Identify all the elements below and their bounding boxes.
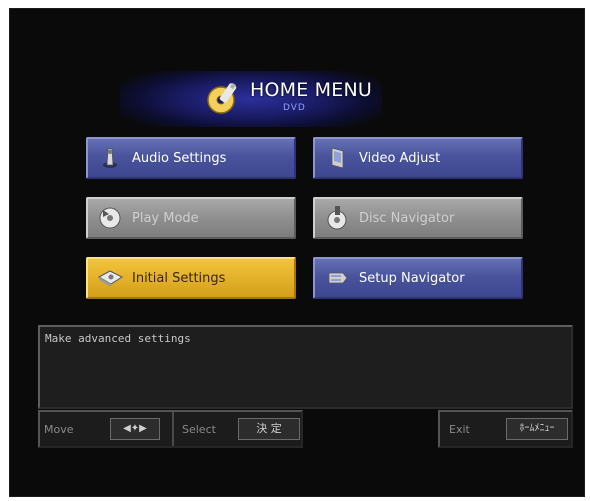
initial-settings-label: Initial Settings: [132, 270, 226, 286]
menu-screen: HOME MENU DVD Audio Settings Video Adjus…: [9, 8, 585, 497]
exit-hint-bar: Exit ﾎｰﾑﾒﾆｭｰ: [438, 410, 573, 448]
video-adjust-label: Video Adjust: [359, 150, 441, 166]
initial-settings-button[interactable]: Initial Settings: [86, 257, 296, 299]
description-text: Make advanced settings: [45, 332, 191, 345]
disc-navigator-button[interactable]: Disc Navigator: [313, 197, 523, 239]
play-disc-icon: [99, 207, 121, 229]
page-subtitle: DVD: [283, 103, 306, 113]
select-key-icon: 決 定: [238, 418, 300, 440]
move-key-icon: ◀✦▶: [110, 418, 160, 440]
setup-icon: [328, 272, 348, 284]
video-adjust-button[interactable]: Video Adjust: [313, 137, 523, 179]
setup-navigator-label: Setup Navigator: [359, 270, 465, 286]
navigation-hint-bar: Move ◀✦▶ Select 決 定: [38, 410, 303, 448]
page-title: HOME MENU: [250, 79, 372, 101]
play-mode-label: Play Mode: [132, 210, 199, 226]
audio-settings-label: Audio Settings: [132, 150, 227, 166]
select-label: Select: [182, 422, 216, 436]
exit-label: Exit: [449, 422, 470, 436]
home-menu-header: HOME MENU DVD: [120, 71, 382, 127]
divider: [172, 412, 174, 446]
description-panel: Make advanced settings: [38, 325, 573, 409]
tv-icon: [331, 147, 344, 169]
disc-navigator-icon: [327, 206, 347, 230]
disc-tool-icon: [207, 82, 237, 114]
play-mode-button[interactable]: Play Mode: [86, 197, 296, 239]
move-label: Move: [44, 422, 74, 436]
exit-key-icon: ﾎｰﾑﾒﾆｭｰ: [506, 418, 568, 440]
speaker-icon: [103, 148, 117, 168]
setup-navigator-button[interactable]: Setup Navigator: [313, 257, 523, 299]
audio-settings-button[interactable]: Audio Settings: [86, 137, 296, 179]
disc-settings-icon: [97, 270, 124, 287]
disc-navigator-label: Disc Navigator: [359, 210, 455, 226]
